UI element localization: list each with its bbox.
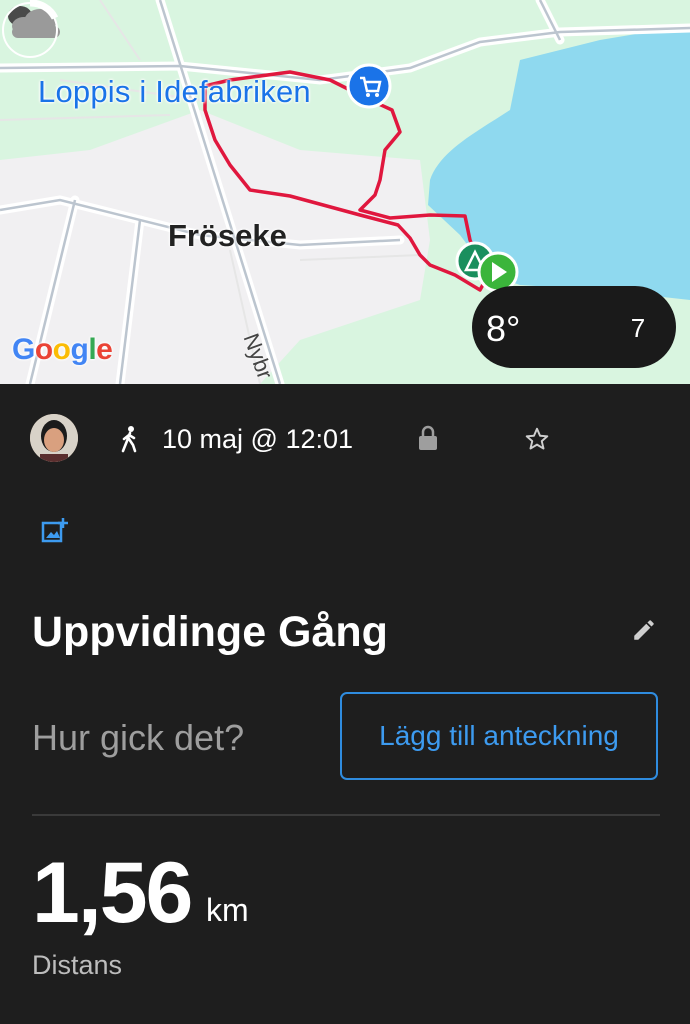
town-label: Fröseke xyxy=(168,218,287,253)
add-photo-icon[interactable] xyxy=(41,517,69,545)
google-logo: Google xyxy=(12,333,113,366)
lock-icon[interactable] xyxy=(417,425,439,451)
uv-index-ring xyxy=(2,0,59,58)
distance-unit: km xyxy=(206,892,249,928)
avatar[interactable] xyxy=(30,414,78,462)
shopping-pin-icon xyxy=(346,63,392,109)
note-prompt: Hur gick det? xyxy=(32,717,245,758)
distance-label: Distans xyxy=(32,950,123,980)
activity-title: Uppvidinge Gång xyxy=(32,608,388,656)
divider xyxy=(32,814,660,816)
walk-icon xyxy=(121,426,137,453)
temperature: 8° xyxy=(486,308,521,349)
distance-value: 1,56 xyxy=(32,845,193,941)
pencil-icon[interactable] xyxy=(631,617,657,643)
uv-index: 7 xyxy=(630,313,646,343)
poi-label[interactable]: Loppis i Idefabriken xyxy=(38,74,311,110)
activity-map[interactable]: Loppis i Idefabriken Fröseke Nybr Google… xyxy=(0,0,690,384)
add-note-button[interactable]: Lägg till anteckning xyxy=(340,692,658,780)
activity-datetime: 10 maj @ 12:01 xyxy=(162,424,354,454)
star-icon[interactable] xyxy=(524,426,550,452)
